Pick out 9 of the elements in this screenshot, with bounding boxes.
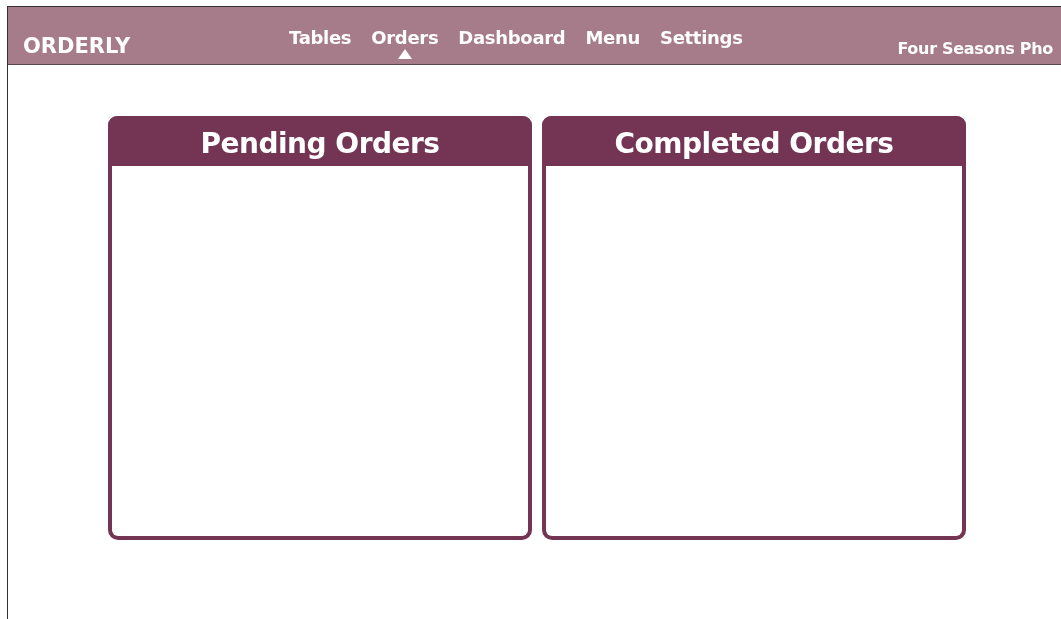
nav-tab[interactable]: Tables — [283, 27, 358, 58]
nav-tab[interactable]: Dashboard — [452, 27, 572, 58]
panel-title: Pending Orders — [108, 116, 532, 166]
nav-tab[interactable]: Orders — [365, 27, 445, 58]
panel-title: Completed Orders — [542, 116, 966, 166]
restaurant-name: Four Seasons Pho — [897, 39, 1053, 58]
nav-tab[interactable]: Menu — [579, 27, 646, 58]
nav-tab[interactable]: Settings — [654, 27, 749, 58]
app-logo: ORDERLY — [23, 34, 132, 58]
